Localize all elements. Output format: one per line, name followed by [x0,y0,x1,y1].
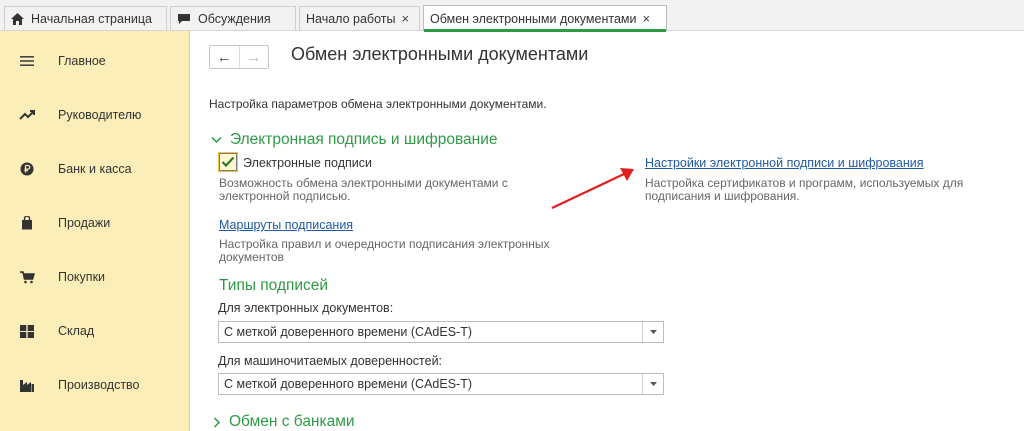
annotation-arrow-icon [551,168,634,209]
